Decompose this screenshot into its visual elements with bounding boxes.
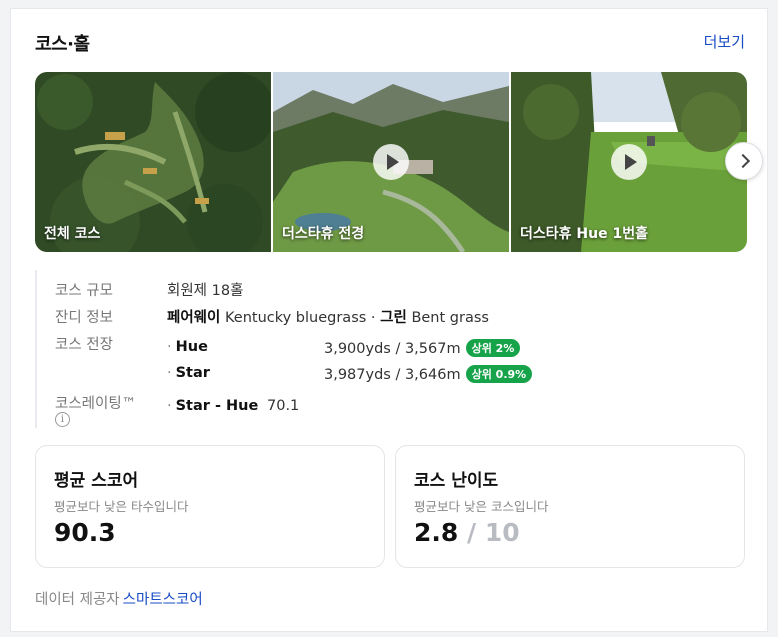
length-label: 코스 전장 bbox=[55, 337, 113, 353]
difficulty-value-wrap: 2.8 / 10 bbox=[414, 518, 520, 547]
gallery-tile-panorama[interactable]: 더스타휴 전경 bbox=[273, 72, 509, 252]
difficulty-title: 코스 난이도 bbox=[414, 471, 499, 491]
tile-label: 더스타휴 전경 bbox=[282, 226, 365, 242]
grass-value: 페어웨이 Kentucky bluegrass · 그린 Bent grass bbox=[167, 306, 489, 327]
difficulty-card: 코스 난이도 평균보다 낮은 코스입니다 2.8 / 10 bbox=[395, 445, 745, 568]
green-label: 그린 bbox=[380, 310, 407, 326]
avg-score-title: 평균 스코어 bbox=[54, 471, 139, 491]
length-value-text: 3,900yds / 3,567m bbox=[324, 341, 461, 357]
section-header: 코스·홀 더보기 bbox=[35, 30, 745, 56]
provider-label: 데이터 제공자 bbox=[35, 592, 120, 608]
length-course-name: Star bbox=[167, 365, 210, 381]
chevron-right-icon[interactable] bbox=[725, 142, 763, 180]
course-gallery: 전체 코스 더스타휴 전경 더스타휴 Hue 1번홀 bbox=[35, 72, 747, 252]
divider bbox=[11, 631, 767, 632]
rating-value: 70.1 bbox=[267, 398, 300, 414]
difficulty-max: / 10 bbox=[467, 518, 520, 547]
provider-link[interactable]: 스마트스코어 bbox=[123, 592, 203, 608]
length-course-name: Hue bbox=[167, 339, 208, 355]
scale-label: 코스 규모 bbox=[55, 283, 113, 299]
difficulty-sub: 평균보다 낮은 코스입니다 bbox=[414, 499, 549, 514]
tile-label: 전체 코스 bbox=[44, 226, 101, 242]
fairway-value: Kentucky bluegrass bbox=[224, 310, 367, 326]
course-hole-card: 코스·홀 더보기 전체 코스 더스타휴 전경 더스타휴 Hue 1번홀 코스 규… bbox=[10, 8, 768, 632]
course-info: 코스 규모 회원제 18홀 잔디 정보 페어웨이 Kentucky bluegr… bbox=[35, 270, 595, 428]
difficulty-value: 2.8 bbox=[414, 518, 459, 547]
tile-label: 더스타휴 Hue 1번홀 bbox=[520, 226, 648, 242]
grass-label: 잔디 정보 bbox=[55, 310, 113, 326]
scale-value: 회원제 18홀 bbox=[167, 283, 244, 299]
play-icon bbox=[611, 144, 647, 180]
divider bbox=[11, 8, 767, 9]
rating-label: 코스레이팅™ bbox=[55, 396, 137, 412]
gallery-tile-hole-1[interactable]: 더스타휴 Hue 1번홀 bbox=[511, 72, 747, 252]
section-title: 코스·홀 bbox=[35, 34, 90, 55]
avg-score-sub: 평균보다 낮은 타수입니다 bbox=[54, 499, 189, 514]
gallery-tile-full-course[interactable]: 전체 코스 bbox=[35, 72, 271, 252]
grass-separator: · bbox=[370, 310, 376, 326]
more-link[interactable]: 더보기 bbox=[704, 31, 745, 52]
length-value-text: 3,987yds / 3,646m bbox=[324, 367, 461, 383]
avg-score-value: 90.3 bbox=[54, 518, 116, 547]
green-value: Bent grass bbox=[411, 310, 489, 326]
rank-badge: 상위 0.9% bbox=[465, 365, 533, 383]
rating-course-name: Star - Hue bbox=[167, 398, 259, 414]
fairway-label: 페어웨이 bbox=[167, 310, 221, 326]
length-course-value: 3,987yds / 3,646m 상위 0.9% bbox=[324, 365, 533, 383]
length-course-value: 3,900yds / 3,567m 상위 2% bbox=[324, 339, 521, 357]
info-icon[interactable]: i bbox=[55, 412, 70, 427]
avg-score-card: 평균 스코어 평균보다 낮은 타수입니다 90.3 bbox=[35, 445, 385, 568]
play-icon bbox=[373, 144, 409, 180]
data-provider: 데이터 제공자 스마트스코어 bbox=[35, 588, 203, 609]
rank-badge: 상위 2% bbox=[465, 339, 521, 357]
